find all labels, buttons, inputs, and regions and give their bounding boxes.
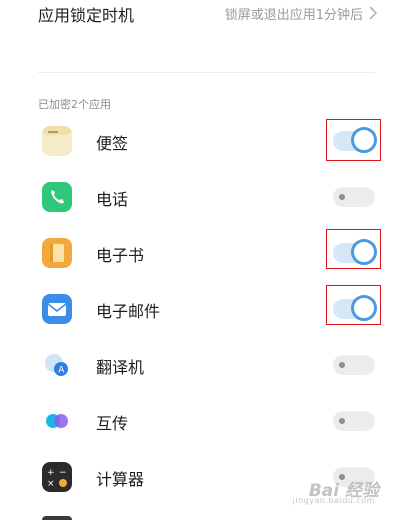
app-lock-timing-value: 锁屏或退出应用1分钟后 — [224, 8, 363, 23]
app-row-phone[interactable]: 电话 — [0, 172, 401, 224]
lock-toggle[interactable] — [333, 411, 375, 431]
app-row-share[interactable]: 互传 — [0, 396, 401, 448]
svg-text:+: + — [47, 468, 55, 478]
app-label: 电子书 — [96, 246, 145, 265]
highlight-box — [326, 285, 381, 325]
svg-text:A: A — [58, 366, 65, 376]
share-transfer-icon — [42, 406, 72, 436]
toggle-knob — [339, 362, 345, 368]
translator-icon: A — [42, 350, 72, 380]
section-label: 已加密2个应用 — [38, 98, 111, 111]
app-label: 互传 — [96, 414, 129, 433]
watermark-sub: jingyan.baidu.com — [292, 496, 375, 505]
app-label: 便签 — [96, 134, 129, 153]
app-label: 翻译机 — [96, 358, 145, 377]
phone-icon — [42, 182, 72, 212]
app-label: 电子邮件 — [96, 302, 161, 321]
toggle-knob — [339, 194, 345, 200]
app-row-translator[interactable]: A 翻译机 — [0, 340, 401, 392]
highlight-box — [326, 119, 381, 161]
app-lock-timing-title: 应用锁定时机 — [38, 6, 135, 25]
lock-toggle[interactable] — [333, 355, 375, 375]
next-app-icon-fragment — [42, 516, 72, 520]
highlight-box — [326, 229, 381, 269]
email-icon — [42, 294, 72, 324]
notes-icon — [42, 126, 72, 156]
divider — [38, 72, 375, 73]
calculator-icon: + − × — [42, 462, 72, 492]
chevron-right-icon — [369, 6, 378, 20]
app-label: 计算器 — [96, 470, 145, 489]
app-lock-timing-row[interactable]: 应用锁定时机 锁屏或退出应用1分钟后 — [0, 0, 401, 28]
svg-text:−: − — [59, 468, 67, 478]
ebook-icon — [42, 238, 72, 268]
svg-text:×: × — [47, 479, 55, 489]
app-label: 电话 — [96, 190, 129, 209]
lock-toggle[interactable] — [333, 187, 375, 207]
toggle-knob — [339, 418, 345, 424]
